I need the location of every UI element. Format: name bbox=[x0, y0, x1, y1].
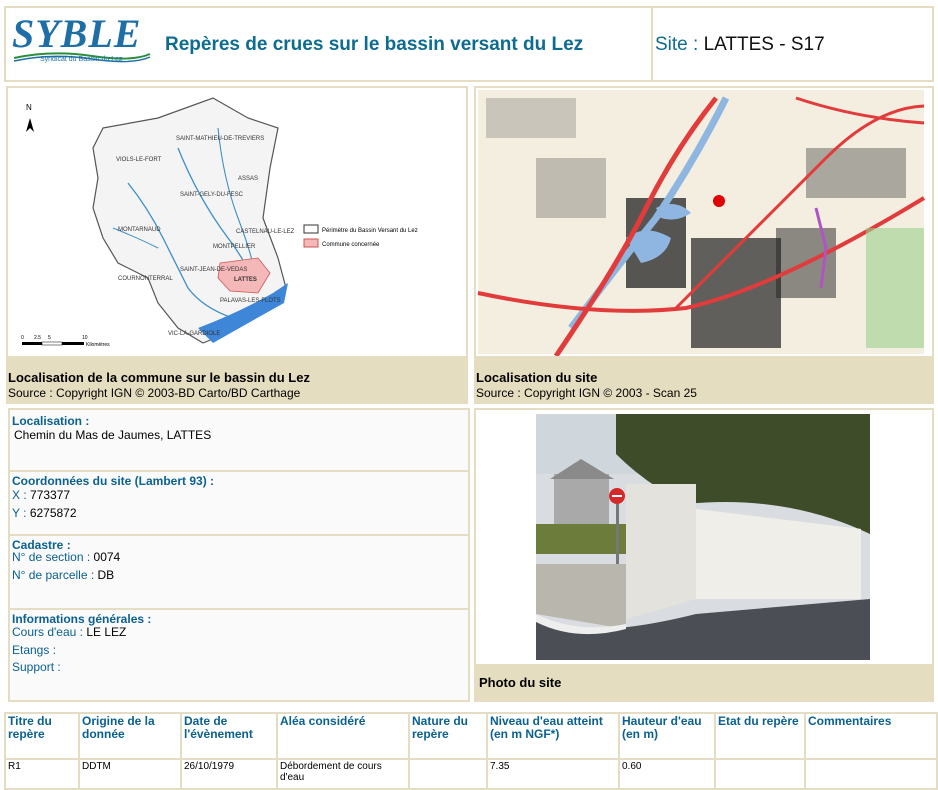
caption-title: Localisation de la commune sur le bassin… bbox=[8, 370, 310, 385]
legend-label: Commune concernée bbox=[322, 242, 380, 248]
photo-caption: Photo du site bbox=[476, 664, 932, 700]
localisation-value: Chemin du Mas de Jaumes, LATTES bbox=[14, 428, 212, 442]
section-title: Localisation : bbox=[12, 414, 90, 428]
flood-marks-table: Titre du repère Origine de la donnée Dat… bbox=[4, 712, 938, 790]
basin-map: N SAINT-MATHIEU-DE-TREVIERS VIOLS-LE-FOR… bbox=[6, 86, 468, 358]
table-cell bbox=[804, 758, 938, 790]
town-label: MONTARNAUD bbox=[118, 227, 161, 233]
svg-text:10: 10 bbox=[82, 335, 88, 341]
town-label: SAINT-JEAN-DE-VEDAS bbox=[180, 267, 247, 273]
logo-subtitle: Syndicat du Bassin du Lez bbox=[40, 56, 123, 63]
table-cell: DDTM bbox=[78, 758, 182, 790]
table-cell bbox=[408, 758, 488, 790]
town-label: ASSAS bbox=[238, 176, 258, 182]
site-map bbox=[474, 86, 934, 358]
syble-logo: SYBLE Syndicat du Bassin du Lez bbox=[12, 11, 152, 72]
table-cell: 7.35 bbox=[486, 758, 620, 790]
header-divider bbox=[651, 8, 653, 80]
parcelle-value: DB bbox=[97, 568, 115, 582]
town-label: SAINT-GELY-DU-FESC bbox=[180, 192, 244, 198]
town-label: VIC-LA-GARDIOLE bbox=[168, 331, 220, 337]
localisation-section: Localisation : Chemin du Mas de Jaumes, … bbox=[10, 410, 468, 472]
caption-title: Localisation du site bbox=[476, 370, 598, 385]
site-label: Site : LATTES - S17 bbox=[655, 34, 825, 56]
column-header: Aléa considéré bbox=[276, 712, 410, 760]
section-label: N° de section : bbox=[12, 550, 91, 564]
legend-swatch bbox=[303, 238, 319, 248]
x-label: X : bbox=[12, 488, 27, 502]
site-info-panel: Localisation : Chemin du Mas de Jaumes, … bbox=[8, 408, 470, 702]
section-title: Informations générales : bbox=[12, 612, 152, 626]
town-label: MONTPELLIER bbox=[213, 244, 256, 250]
site-photo bbox=[536, 414, 870, 660]
table-cell: R1 bbox=[4, 758, 80, 790]
column-header: Hauteur d'eau (en m) bbox=[618, 712, 716, 760]
legend-swatch bbox=[303, 224, 319, 234]
cours-label: Cours d'eau : bbox=[12, 625, 83, 639]
town-label: LATTES bbox=[234, 277, 257, 283]
table-cell: Débordement de cours d'eau bbox=[276, 758, 410, 790]
basin-map-graphic: N SAINT-MATHIEU-DE-TREVIERS VIOLS-LE-FOR… bbox=[8, 88, 466, 356]
caption-source: Source : Copyright IGN © 2003 - Scan 25 bbox=[476, 386, 697, 400]
column-header: Origine de la donnée bbox=[78, 712, 182, 760]
y-label: Y : bbox=[12, 506, 27, 520]
column-header: Etat du repère bbox=[714, 712, 806, 760]
site-marker-icon bbox=[713, 195, 725, 207]
town-label: VIOLS-LE-FORT bbox=[116, 157, 162, 163]
site-map-graphic bbox=[477, 90, 926, 356]
cadastre-section: Cadastre : N° de section : 0074 N° de pa… bbox=[10, 536, 468, 610]
svg-text:Kilomètres: Kilomètres bbox=[86, 342, 110, 348]
town-label: SAINT-MATHIEU-DE-TREVIERS bbox=[176, 136, 264, 142]
table-cell: 26/10/1979 bbox=[180, 758, 278, 790]
legend-label: Périmètre du Bassin Versant du Lez bbox=[322, 228, 418, 234]
table-cell bbox=[714, 758, 806, 790]
column-header: Titre du repère bbox=[4, 712, 80, 760]
table-row: R1 DDTM 26/10/1979 Débordement de cours … bbox=[4, 758, 938, 790]
caption-source: Source : Copyright IGN © 2003-BD Carto/B… bbox=[8, 386, 301, 400]
site-photo-image bbox=[536, 414, 870, 660]
site-prefix: Site : bbox=[655, 34, 699, 55]
town-label: COURNONTERRAL bbox=[118, 276, 173, 282]
page-title: Repères de crues sur le bassin versant d… bbox=[165, 34, 584, 55]
column-header: Commentaires bbox=[804, 712, 938, 760]
photo-caption-text: Photo du site bbox=[479, 675, 562, 690]
svg-text:5: 5 bbox=[48, 335, 51, 341]
site-value: LATTES - S17 bbox=[703, 34, 825, 55]
svg-text:0: 0 bbox=[21, 335, 24, 341]
cours-value: LE LEZ bbox=[86, 625, 127, 639]
coordinates-section: Coordonnées du site (Lambert 93) : X : 7… bbox=[10, 472, 468, 536]
town-label: CASTELNAU-LE-LEZ bbox=[236, 229, 295, 235]
column-header: Nature du repère bbox=[408, 712, 488, 760]
section-title: Coordonnées du site (Lambert 93) : bbox=[12, 474, 215, 488]
north-label: N bbox=[26, 103, 32, 112]
y-value: 6275872 bbox=[29, 506, 77, 520]
general-info-section: Informations générales : Cours d'eau : L… bbox=[10, 610, 468, 700]
x-value: 773377 bbox=[30, 488, 71, 502]
svg-text:2.5: 2.5 bbox=[34, 335, 41, 341]
parcelle-label: N° de parcelle : bbox=[12, 568, 95, 582]
support-label: Support : bbox=[12, 660, 61, 674]
table-cell: 0.60 bbox=[618, 758, 716, 790]
town-label: PALAVAS-LES-FLOTS bbox=[220, 298, 281, 304]
site-map-caption: Localisation du site Source : Copyright … bbox=[474, 358, 934, 404]
basin-map-caption: Localisation de la commune sur le bassin… bbox=[6, 358, 468, 404]
column-header: Date de l'évènement bbox=[180, 712, 278, 760]
section-value: 0074 bbox=[93, 550, 121, 564]
table-header-row: Titre du repère Origine de la donnée Dat… bbox=[4, 712, 938, 760]
etangs-label: Etangs : bbox=[12, 643, 57, 657]
column-header: Niveau d'eau atteint (en m NGF*) bbox=[486, 712, 620, 760]
